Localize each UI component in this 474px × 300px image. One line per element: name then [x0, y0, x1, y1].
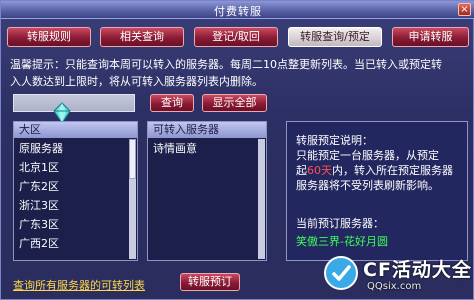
- notice-line-2: 入人数达到上限时，将从可转入服务器列表内删除。: [10, 75, 263, 88]
- info-days-highlight: 60天: [307, 164, 332, 177]
- list-item[interactable]: 广东2区: [14, 177, 130, 196]
- list-item[interactable]: 浙江3区: [14, 196, 130, 215]
- title-bar: 付费转服 ×: [1, 1, 474, 19]
- server-list-scrollbar[interactable]: [258, 139, 265, 259]
- tab-transfer-rules[interactable]: 转服规则: [7, 27, 91, 47]
- notice-text: 温馨提示：只能查询本周可以转入的服务器。每周二10点整更新列表。当已转入或预定转…: [10, 56, 466, 90]
- list-item[interactable]: 诗情画意: [148, 139, 258, 158]
- show-all-button[interactable]: 显示全部: [202, 94, 267, 112]
- info-body: 只能预定一台服务器，从预定 起60天内，转入所在预定服务器 服务器将不受列表刷新…: [296, 148, 466, 193]
- region-list: 大区 原服务器 北京1区 广东2区 浙江3区 广东3区 广西2区: [13, 121, 138, 261]
- info-title: 转服预定说明：: [296, 134, 373, 147]
- info-line-3: 服务器将不受列表刷新影响。: [296, 179, 439, 192]
- reserve-transfer-button[interactable]: 转服预订: [180, 273, 240, 291]
- window-title: 付费转服: [214, 5, 262, 18]
- info-line-2-post: 内，转入所在预定服务器: [332, 164, 453, 177]
- watermark-title: CF活动大全: [363, 259, 472, 281]
- tab-query-reserve[interactable]: 转服查询/预定: [288, 27, 382, 47]
- region-list-scroll-thumb[interactable]: [129, 139, 136, 179]
- tab-apply-transfer[interactable]: 申请转服: [392, 27, 469, 47]
- list-item[interactable]: 广东3区: [14, 215, 130, 234]
- watermark-subtitle: QQsix.com: [367, 281, 422, 292]
- list-item[interactable]: 广西2区: [14, 234, 130, 253]
- transfer-server-window: 付费转服 × 转服规则 相关查询 登记/取回 转服查询/预定 申请转服 温馨提示…: [0, 0, 474, 300]
- server-list-header: 可转入服务器: [148, 122, 266, 138]
- query-button[interactable]: 查询: [150, 94, 194, 112]
- info-line-2-pre: 起: [296, 164, 307, 177]
- info-line-1: 只能预定一台服务器，从预定: [296, 149, 439, 162]
- all-servers-link[interactable]: 查询所有服务器的可转列表: [13, 277, 145, 293]
- watermark-logo-icon: [324, 256, 358, 290]
- tab-register-retrieve[interactable]: 登记/取回: [194, 27, 278, 47]
- tab-bar: 转服规则 相关查询 登记/取回 转服查询/预定 申请转服: [7, 27, 469, 47]
- tab-related-query[interactable]: 相关查询: [100, 27, 184, 47]
- watermark: CF活动大全 QQsix.com: [323, 251, 473, 299]
- current-server-label: 当前预订服务器：: [296, 217, 384, 230]
- list-item[interactable]: 北京1区: [14, 158, 130, 177]
- notice-line-1: 温馨提示：只能查询本周可以转入的服务器。每周二10点整更新列表。当已转入或预定转: [10, 58, 442, 71]
- region-list-header: 大区: [14, 122, 137, 138]
- info-line-2: 起60天内，转入所在预定服务器: [296, 163, 466, 178]
- list-item[interactable]: 原服务器: [14, 139, 130, 158]
- close-button[interactable]: ×: [458, 3, 471, 16]
- current-server-value: 笑傲三界-花好月圆: [296, 235, 388, 248]
- search-input[interactable]: [13, 94, 135, 112]
- server-list: 可转入服务器 诗情画意: [147, 121, 267, 261]
